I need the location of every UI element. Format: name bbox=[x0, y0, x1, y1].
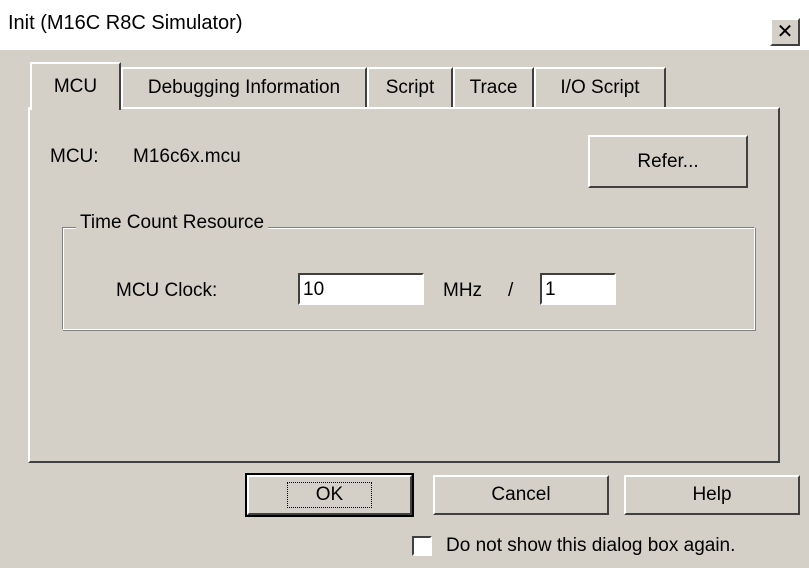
help-button-label: Help bbox=[692, 484, 732, 505]
tab-mcu-label: MCU bbox=[53, 76, 98, 97]
tab-script[interactable]: Script bbox=[367, 67, 453, 107]
tab-trace-label: Trace bbox=[469, 77, 518, 98]
tab-mcu[interactable]: MCU bbox=[30, 62, 121, 110]
title-bar: Init (M16C R8C Simulator) ✕ bbox=[0, 0, 809, 50]
cancel-button[interactable]: Cancel bbox=[433, 475, 609, 515]
mcu-label: MCU: bbox=[50, 146, 99, 167]
group-title: Time Count Resource bbox=[76, 212, 269, 234]
tab-script-label: Script bbox=[385, 77, 435, 98]
close-icon: ✕ bbox=[776, 21, 794, 43]
ok-button[interactable]: OK bbox=[245, 473, 414, 517]
mcu-clock-label: MCU Clock: bbox=[116, 280, 218, 301]
do-not-show-again-checkbox[interactable] bbox=[412, 536, 432, 556]
tab-io-script[interactable]: I/O Script bbox=[534, 67, 666, 107]
tab-debugging-information-label: Debugging Information bbox=[147, 77, 341, 98]
help-button[interactable]: Help bbox=[624, 475, 800, 515]
mhz-unit-label: MHz bbox=[443, 280, 483, 301]
ok-button-label: OK bbox=[286, 482, 373, 508]
close-button[interactable]: ✕ bbox=[770, 18, 800, 46]
refer-button[interactable]: Refer... bbox=[588, 135, 748, 188]
divider-separator: / bbox=[508, 280, 514, 301]
refer-button-label: Refer... bbox=[637, 150, 699, 172]
mcu-clock-input[interactable]: 10 bbox=[298, 273, 424, 305]
tab-debugging-information[interactable]: Debugging Information bbox=[121, 67, 367, 107]
mcu-value: M16c6x.mcu bbox=[133, 146, 241, 167]
window-title: Init (M16C R8C Simulator) bbox=[8, 12, 243, 34]
cancel-button-label: Cancel bbox=[491, 484, 551, 505]
tab-trace[interactable]: Trace bbox=[453, 67, 534, 107]
clock-divider-input[interactable]: 1 bbox=[540, 273, 616, 305]
tab-io-script-label: I/O Script bbox=[560, 77, 640, 98]
do-not-show-again-label[interactable]: Do not show this dialog box again. bbox=[446, 535, 735, 557]
